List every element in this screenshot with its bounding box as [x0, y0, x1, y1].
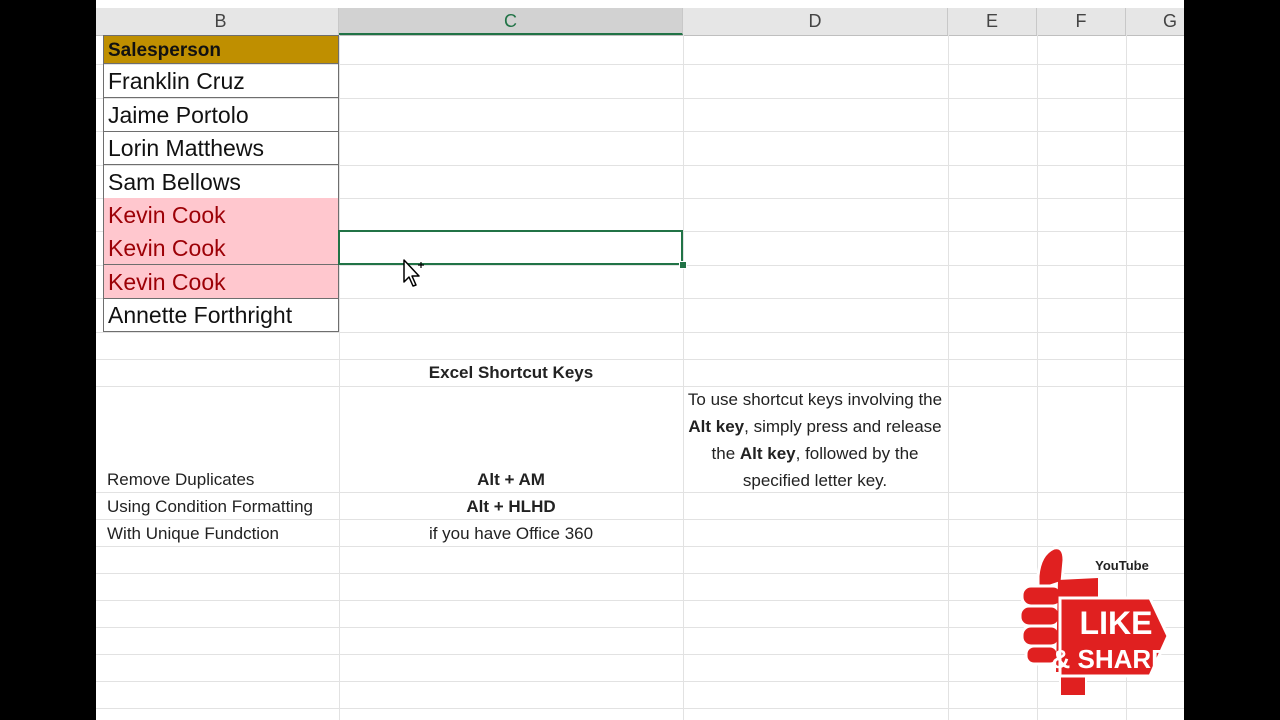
salesperson-header-cell[interactable]: Salesperson [103, 35, 339, 64]
mouse-pointer-icon [403, 259, 424, 287]
note-text: To use shortcut keys involving the [687, 390, 943, 409]
gridline [948, 35, 949, 720]
name-cell[interactable]: Jaime Portolo [103, 98, 339, 132]
fill-handle[interactable] [679, 261, 687, 269]
column-header-g[interactable]: G [1126, 8, 1184, 35]
shortcut-keys[interactable]: Alt + AM [339, 466, 683, 493]
duplicate-name-cell[interactable]: Kevin Cook [103, 265, 339, 299]
name-cell[interactable]: Lorin Matthews [103, 131, 339, 165]
alt-key-note[interactable]: To use shortcut keys involving the Alt k… [684, 386, 946, 494]
column-header-row: B C D E F G [96, 8, 1184, 36]
column-header-b[interactable]: B [103, 8, 339, 35]
gridline [96, 386, 1184, 387]
gridline [96, 332, 1184, 333]
duplicate-name-cell[interactable]: Kevin Cook [103, 198, 339, 232]
shortcut-title: Excel Shortcut Keys [428, 363, 594, 382]
column-header-c[interactable]: C [339, 8, 683, 35]
column-header-d[interactable]: D [683, 8, 948, 35]
like-text: LIKE [1080, 605, 1153, 641]
name-cell[interactable]: Annette Forthright [103, 298, 339, 332]
shortcut-keys[interactable]: Alt + HLHD [339, 493, 683, 520]
note-bold-text: Alt key [688, 417, 745, 436]
youtube-logo: YouTube [1095, 558, 1149, 573]
active-cell-selection[interactable] [338, 230, 683, 265]
name-cell[interactable]: Franklin Cruz [103, 64, 339, 98]
column-header-e[interactable]: E [948, 8, 1037, 35]
note-bold-text: Alt key [739, 444, 796, 463]
like-share-badge: YouTube LIKE & SHARE [1018, 546, 1170, 697]
name-cell[interactable]: Sam Bellows [103, 165, 339, 199]
gridline [683, 35, 684, 720]
duplicate-name-cell[interactable]: Kevin Cook [103, 231, 339, 265]
shortcut-label[interactable]: Remove Duplicates [107, 466, 339, 493]
shortcut-label[interactable]: With Unique Fundction [107, 520, 339, 547]
shortcut-label[interactable]: Using Condition Formatting [107, 493, 339, 520]
share-text: & SHARE [1051, 644, 1168, 674]
column-header-f[interactable]: F [1037, 8, 1126, 35]
shortcut-keys[interactable]: if you have Office 360 [339, 520, 683, 547]
